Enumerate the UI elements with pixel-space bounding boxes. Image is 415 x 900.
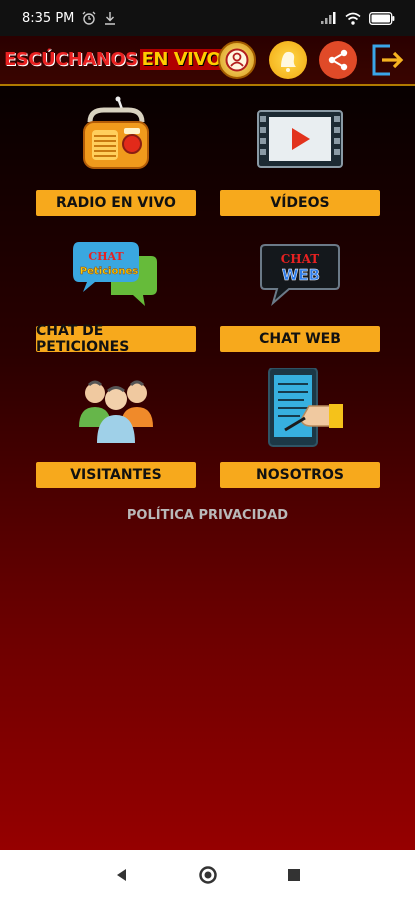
- privacy-policy-link[interactable]: POLÍTICA PRIVACIDAD: [0, 508, 415, 523]
- battery-icon: [369, 11, 395, 25]
- videos-button[interactable]: VÍDEOS: [220, 190, 380, 216]
- svg-text:Peticiones: Peticiones: [80, 266, 138, 277]
- status-bar: 8:35 PM: [0, 0, 415, 36]
- people-group-icon: [79, 380, 153, 443]
- app-logo: ESCÚCHANOS EN VIVO: [4, 44, 224, 74]
- share-button[interactable]: [319, 41, 357, 79]
- nosotros-tile-icon: [220, 368, 380, 448]
- radio-tile-icon: [36, 96, 196, 176]
- recents-icon[interactable]: [287, 868, 301, 882]
- wifi-icon: [345, 12, 361, 25]
- visitantes-button[interactable]: VISITANTES: [36, 462, 196, 488]
- exit-button[interactable]: [370, 41, 406, 79]
- system-nav-bar: [0, 850, 415, 900]
- svg-text:CHAT: CHAT: [281, 252, 320, 266]
- tablet-writing-icon: [268, 368, 343, 447]
- radio-live-button[interactable]: RADIO EN VIVO: [36, 190, 196, 216]
- radio-icon: [83, 96, 149, 169]
- chat-bubbles-icon: CHAT Peticiones: [73, 242, 157, 306]
- back-icon[interactable]: [114, 867, 130, 883]
- main-menu: RADIO EN VIVO VÍDEOS CHAT Peticiones CHA…: [0, 86, 415, 850]
- app-header: ESCÚCHANOS EN VIVO: [0, 36, 415, 86]
- logo-text-accent: EN VIVO: [139, 48, 224, 70]
- download-icon: [105, 12, 116, 25]
- chat-peticiones-button[interactable]: CHAT DE PETICIONES: [36, 323, 196, 355]
- share-icon: [328, 49, 348, 71]
- chat-web-icon: CHAT WEB: [260, 244, 340, 306]
- videos-tile-icon: [220, 96, 380, 176]
- exit-icon: [372, 44, 404, 76]
- chat-web-tile-icon: CHAT WEB: [220, 232, 380, 312]
- chat-web-button[interactable]: CHAT WEB: [220, 326, 380, 352]
- visitantes-tile-icon: [36, 368, 196, 448]
- status-left: 8:35 PM: [22, 11, 116, 26]
- status-time: 8:35 PM: [22, 10, 75, 26]
- signal-icon: [321, 12, 336, 24]
- status-right: [321, 11, 395, 25]
- bell-icon: [281, 51, 296, 72]
- profile-button[interactable]: [218, 41, 256, 79]
- chat-peticiones-tile-icon: CHAT Peticiones: [36, 232, 196, 312]
- alarm-icon: [82, 11, 96, 25]
- home-icon[interactable]: [198, 865, 218, 885]
- video-player-icon: [257, 110, 343, 168]
- svg-text:WEB: WEB: [282, 266, 320, 284]
- nosotros-button[interactable]: NOSOTROS: [220, 462, 380, 488]
- logo-text-main: ESCÚCHANOS: [4, 48, 138, 70]
- svg-text:CHAT: CHAT: [88, 250, 124, 263]
- person-icon: [225, 48, 249, 72]
- notification-button[interactable]: [269, 41, 307, 79]
